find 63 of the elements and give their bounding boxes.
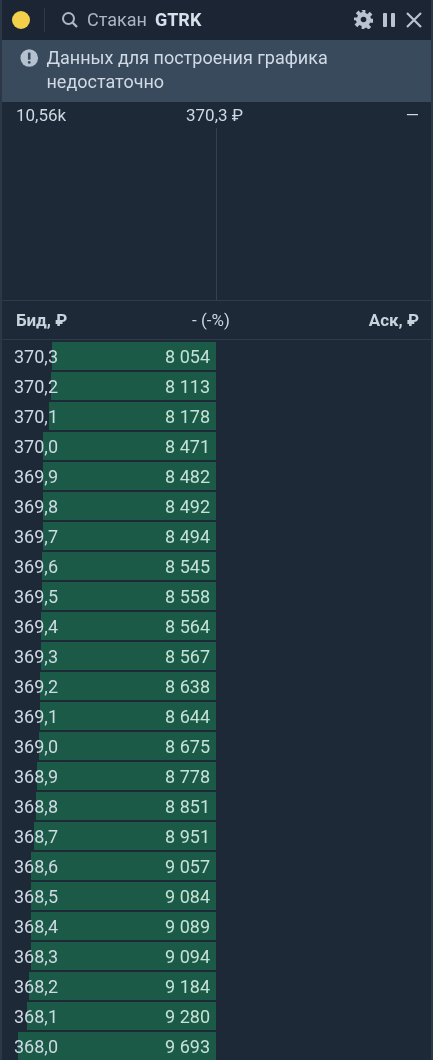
bid-volume: 8 644 [165,705,211,727]
bid-volume: 9 184 [165,975,211,997]
widget-title: Стакан [87,9,147,31]
bid-price: 368,3 [14,945,58,967]
pause-icon[interactable] [381,10,397,29]
bid-volume: 8 951 [165,825,211,847]
bid-price: 369,1 [14,705,58,727]
bid-volume: 8 113 [165,375,211,397]
bid-price: 368,8 [14,795,58,817]
bid-volume: 8 492 [165,495,211,517]
bid-price: 368,2 [14,975,58,997]
bid-volume: 8 558 [165,585,211,607]
bid-volume: 9 084 [165,885,211,907]
ticker-label[interactable]: GTRK [154,9,202,31]
settings-icon[interactable] [354,10,373,30]
bid-volume: 9 094 [165,945,211,967]
column-header: Бид, ₽ [16,310,69,331]
bid-volume: 8 054 [165,345,211,367]
volume-value: 10,56k [16,104,68,125]
bid-price: 370,3 [14,345,58,367]
bid-price: 369,8 [14,495,58,517]
bid-volume: 8 494 [165,525,211,547]
bid-price: 368,5 [14,885,58,907]
bid-price: 368,1 [14,1005,58,1027]
bid-volume: 9 089 [165,915,211,937]
bid-price: 369,2 [14,675,58,697]
column-header: Аск, ₽ [367,310,419,331]
status-dot [12,10,30,29]
bid-volume: 8 567 [165,645,211,667]
bid-volume: 8 178 [165,405,211,427]
bid-volume: 9 693 [165,1035,211,1057]
bid-price: 369,4 [14,615,58,637]
bid-price: 369,6 [14,555,58,577]
bid-price: 370,1 [14,405,58,427]
bid-price: 368,0 [14,1035,58,1057]
bid-volume: 8 675 [165,735,211,757]
notice-text: Данных для построения графика недостаточно [46,45,329,94]
bid-price: 368,4 [14,915,58,937]
change-value: — [405,104,419,125]
bid-price: 370,2 [14,375,58,397]
bid-price: 370,0 [14,435,58,457]
bid-volume: 8 638 [165,675,211,697]
bid-price: 368,6 [14,855,58,877]
bid-volume: 9 280 [165,1005,211,1027]
column-header: - (-%) [191,310,231,331]
bid-volume: 9 057 [165,855,211,877]
price-value: 370,3 ₽ [186,104,245,125]
bid-price: 368,7 [14,825,58,847]
bid-price: 369,9 [14,465,58,487]
search-icon[interactable] [61,10,79,29]
bid-price: 368,9 [14,765,58,787]
bid-price: 369,5 [14,585,58,607]
bid-price: 369,7 [14,525,58,547]
bid-volume: 8 482 [165,465,211,487]
bid-price: 369,0 [14,735,58,757]
bid-volume: 8 545 [165,555,211,577]
close-icon[interactable] [405,10,423,29]
bid-volume: 8 471 [165,435,211,457]
bid-volume: 8 778 [165,765,211,787]
bid-volume: 8 564 [165,615,211,637]
bid-volume: 8 851 [165,795,211,817]
warning-icon [20,47,39,68]
bid-price: 369,3 [14,645,58,667]
